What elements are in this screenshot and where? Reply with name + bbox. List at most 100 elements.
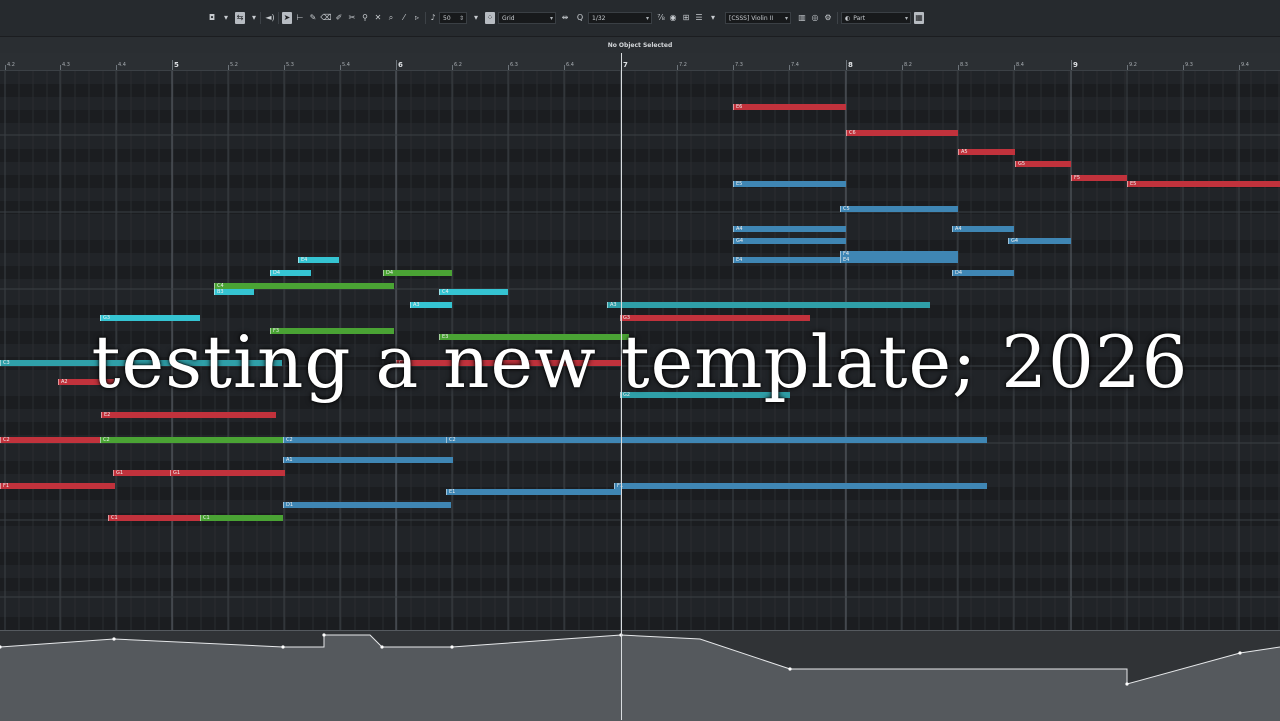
controller-point[interactable] [450,645,454,649]
midi-note[interactable]: C1 [200,515,283,521]
quantize-strength-field[interactable]: 50 ⇕ [439,12,467,24]
midi-note[interactable]: D4 [952,270,1014,276]
controller-point[interactable] [322,633,326,637]
dropdown-icon[interactable]: ▾ [221,12,231,24]
controller-lane[interactable] [0,630,1280,721]
range-tool-icon[interactable]: ⊢ [295,12,305,24]
midi-note[interactable]: F1 [614,483,987,489]
midi-note[interactable]: A3 [607,302,930,308]
dropdown-icon[interactable]: ▾ [708,12,718,24]
grid-move-icon[interactable]: ⇹ [560,12,570,24]
controller-area [0,635,1280,721]
quantize-grid-select[interactable]: 1/32 ▾ [588,12,652,24]
controller-point[interactable] [1125,682,1129,686]
midi-note[interactable]: C1 [108,515,200,521]
midi-note[interactable]: D4 [383,270,452,276]
midi-note[interactable]: C5 [840,206,958,212]
controller-point[interactable] [112,637,116,641]
part-selector[interactable]: ◐ Part ▾ [841,12,911,24]
speaker-icon[interactable]: ◄) [265,12,275,24]
controller-point[interactable] [1238,651,1242,655]
trim-tool-icon[interactable]: ✐ [334,12,344,24]
controller-point[interactable] [788,667,792,671]
midi-note[interactable]: F1 [0,483,115,489]
iterative-quantize-icon[interactable]: ◉ [668,12,678,24]
play-tool-icon[interactable]: ▹ [412,12,422,24]
erase-tool-icon[interactable]: ⌫ [320,12,331,24]
midi-note[interactable]: G4 [1008,238,1071,244]
auto-scroll-button[interactable]: ⇆ [235,12,245,24]
midi-note[interactable]: C3 [0,360,282,366]
midi-note[interactable]: D1 [283,502,451,508]
pitch-row [0,552,1280,565]
snap-type-select[interactable]: Grid ▾ [498,12,556,24]
midi-note[interactable]: C3 [396,360,621,366]
midi-note[interactable]: C4 [439,289,508,295]
midi-note[interactable]: A4 [733,226,846,232]
midi-note[interactable]: E4 [298,257,339,263]
pitch-row [0,604,1280,617]
stepper-icon[interactable]: ⇕ [459,15,464,22]
object-selection-tool-icon[interactable]: ➤ [282,12,292,24]
snap-icon[interactable]: ⁘ [485,12,495,24]
midi-note[interactable]: A2 [58,379,114,385]
midi-note[interactable]: E4 [840,257,958,263]
track-selector[interactable]: [CSSS] Violin II ▾ [725,12,791,24]
colors-icon[interactable]: ☰ [694,12,704,24]
midi-note[interactable]: E1 [446,489,621,495]
midi-note[interactable]: A5 [958,149,1015,155]
midi-note[interactable]: G5 [1015,161,1071,167]
ruler[interactable]: 4.2 4.3 4.4 5 5.2 5.3 5.4 6 6.2 6.3 6.4 7 7.2 7.3 7.4 8… [0,53,1280,71]
midi-note[interactable]: E5 [733,181,846,187]
midi-note[interactable]: A4 [952,226,1014,232]
camera-icon[interactable]: ◘ [207,12,217,24]
midi-note[interactable]: F5 [1071,175,1127,181]
dropdown-icon[interactable]: ▾ [471,12,481,24]
ruler-tick [116,65,117,70]
quantize-icon[interactable]: ♪ [428,12,438,24]
midi-note[interactable]: C6 [846,130,958,136]
ruler-tick [958,65,959,70]
midi-note[interactable]: E4 [733,257,846,263]
midi-note[interactable]: G4 [733,238,846,244]
line-tool-icon[interactable]: ⁄ [399,12,409,24]
midi-note[interactable]: C2 [100,437,283,443]
ruler-tick-label: 9.4 [1241,62,1249,68]
split-tool-icon[interactable]: ✂ [347,12,357,24]
midi-note[interactable]: B3 [214,289,254,295]
note-grid[interactable]: E6 C6 A5 G5 F5 E5 E5 C5 A4 A4 G4 G4 F4 E4 E4 D4 E4 D4 D4 C4… [0,71,1280,630]
midi-note[interactable]: G3 [620,315,810,321]
midi-note[interactable]: C2 [283,437,448,443]
midi-note[interactable]: G1 [170,470,284,476]
mute-tool-icon[interactable]: ✕ [373,12,383,24]
zoom-tool-icon[interactable]: ⌕ [386,12,396,24]
controller-curve[interactable] [0,631,1280,721]
midi-note[interactable]: E6 [733,104,846,110]
dropdown-icon[interactable]: ▾ [249,12,259,24]
step-input-icon[interactable]: ⊞ [681,12,691,24]
midi-note[interactable]: F3 [270,328,394,334]
pitch-row [0,331,1280,344]
draw-tool-icon[interactable]: ✎ [308,12,318,24]
midi-note[interactable]: D4 [270,270,311,276]
triplet-icon[interactable]: ⅞ [656,12,666,24]
midi-note[interactable]: C2 [0,437,100,443]
midi-note[interactable]: A3 [410,302,452,308]
quantize-preset-icon[interactable]: Q [575,12,585,24]
chord-icon[interactable]: ▥ [797,12,807,24]
keyboard-icon[interactable]: ▦ [914,12,924,24]
midi-note[interactable]: C2 [446,437,987,443]
midi-note[interactable]: G2 [620,392,790,398]
midi-note[interactable]: E2 [101,412,276,418]
controller-point[interactable] [281,645,285,649]
midi-note[interactable]: G3 [100,315,200,321]
pitch-row [0,149,1280,162]
midi-note[interactable]: A1 [283,457,453,463]
controller-point[interactable] [380,645,384,649]
glue-tool-icon[interactable]: ⚲ [360,12,370,24]
settings-dial-icon[interactable]: ◎ [810,12,820,24]
playhead-cursor[interactable] [621,53,622,720]
midi-note[interactable]: E3 [439,334,629,340]
gear-icon[interactable]: ⚙ [823,12,833,24]
midi-note[interactable]: E5 [1127,181,1280,187]
